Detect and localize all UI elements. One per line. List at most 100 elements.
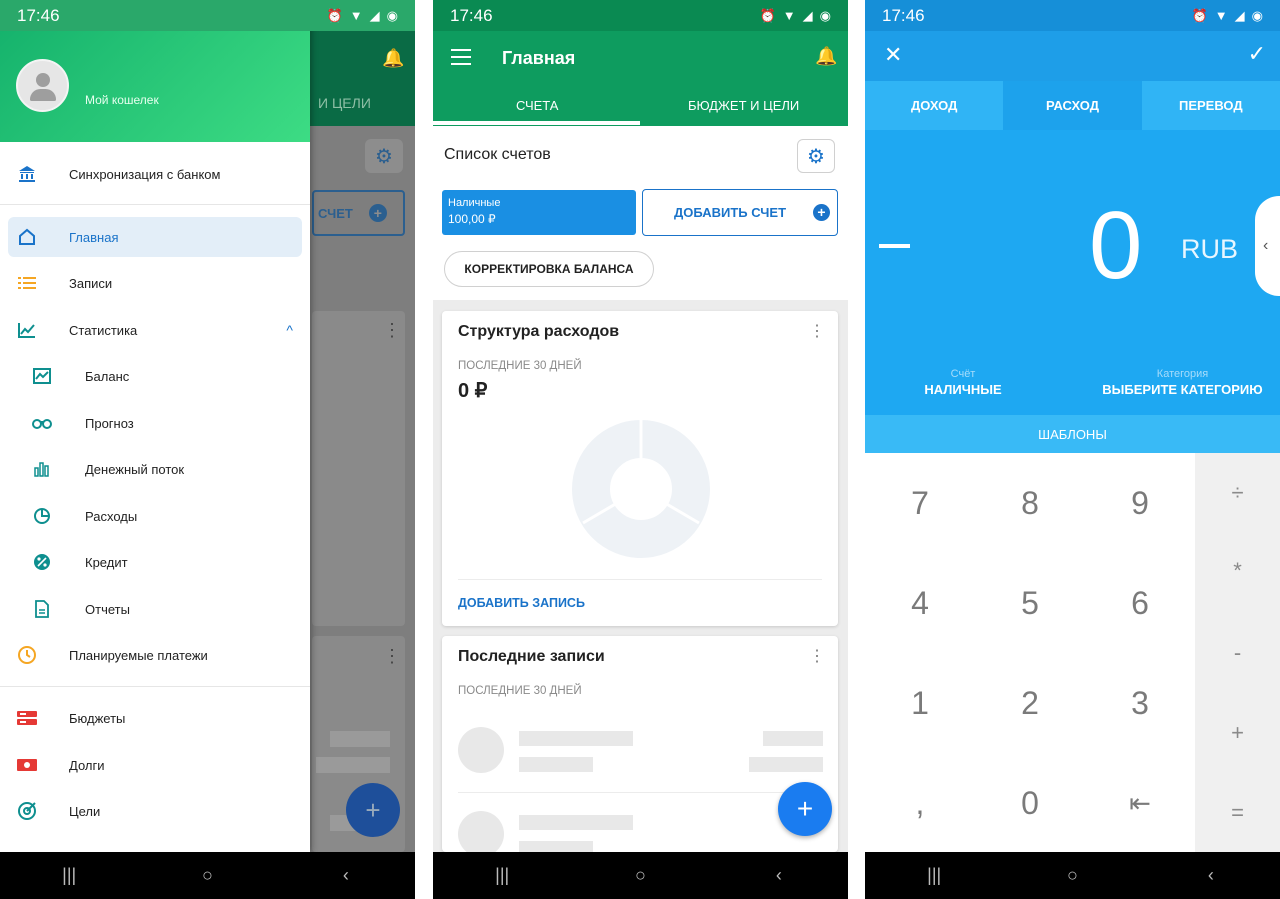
- key-plus[interactable]: +: [1195, 693, 1280, 773]
- recents-button[interactable]: |||: [39, 865, 99, 886]
- drawer-item-home[interactable]: Главная: [8, 217, 302, 257]
- category-selector[interactable]: ВЫБЕРИТЕ КАТЕГОРИЮ: [1095, 382, 1270, 397]
- chevron-up-icon[interactable]: ^: [286, 322, 293, 338]
- drawer-item-planned-payments[interactable]: Планируемые платежи: [0, 635, 310, 675]
- key-5[interactable]: 5: [975, 553, 1085, 653]
- account-tile-cash[interactable]: Наличные 100,00 ₽: [442, 190, 636, 235]
- currency-selector[interactable]: RUB: [1181, 234, 1238, 265]
- signal-icon: ◢: [1234, 7, 1245, 23]
- drawer-item-bank-sync[interactable]: Синхронизация с банком: [0, 154, 310, 194]
- more-vert-icon[interactable]: ⋮: [809, 646, 825, 666]
- home-button[interactable]: ○: [1042, 865, 1102, 886]
- menu-icon[interactable]: [451, 49, 471, 70]
- recents-button[interactable]: |||: [904, 865, 964, 886]
- key-comma[interactable]: ,: [865, 753, 975, 853]
- drawer-subitem-forecast[interactable]: Прогноз: [0, 403, 310, 443]
- back-button[interactable]: ‹: [749, 865, 809, 886]
- card-title: Последние записи: [458, 648, 605, 665]
- skeleton-bar: [749, 757, 823, 772]
- drawer-subitem-reports[interactable]: Отчеты: [0, 589, 310, 629]
- drawer-item-budgets[interactable]: Бюджеты: [0, 698, 310, 738]
- key-multiply[interactable]: *: [1195, 531, 1280, 611]
- card-title: Структура расходов: [458, 323, 620, 340]
- key-2[interactable]: 2: [975, 653, 1085, 753]
- key-4[interactable]: 4: [865, 553, 975, 653]
- key-6[interactable]: 6: [1085, 553, 1195, 653]
- drawer-subitem-cashflow[interactable]: Денежный поток: [0, 449, 310, 489]
- key-minus[interactable]: -: [1195, 613, 1280, 693]
- accounts-settings-button[interactable]: ⚙: [797, 139, 835, 173]
- tab-accounts[interactable]: СЧЕТА: [516, 98, 558, 113]
- screen-navigation-drawer: И ЦЕЛИ 🔔 ⚙ СЧЕТ + ⋮ ⋮ + Мой кошелек Синх…: [0, 0, 415, 899]
- list-icon: [17, 273, 37, 293]
- key-7[interactable]: 7: [865, 453, 975, 553]
- balance-correction-button[interactable]: КОРРЕКТИРОВКА БАЛАНСА: [444, 251, 654, 287]
- pie-chart-icon: [32, 506, 52, 526]
- chevron-left-icon: ‹: [1263, 237, 1269, 254]
- drawer-item-goals[interactable]: Цели: [0, 791, 310, 831]
- key-divide[interactable]: ÷: [1195, 453, 1280, 533]
- drawer-subitem-expenses[interactable]: Расходы: [0, 496, 310, 536]
- drawer-subitem-balance[interactable]: Баланс: [0, 356, 310, 396]
- key-0[interactable]: 0: [975, 753, 1085, 853]
- add-record-fab[interactable]: +: [778, 782, 832, 836]
- drawer-item-statistics[interactable]: Статистика ^: [0, 310, 310, 350]
- home-icon: [17, 227, 37, 247]
- recents-button[interactable]: |||: [472, 865, 532, 886]
- battery-icon: ◉: [819, 7, 831, 23]
- debt-icon: [17, 755, 37, 775]
- gear-icon: ⚙: [807, 145, 825, 168]
- skeleton-bar: [330, 731, 390, 747]
- skeleton-bar: [316, 757, 390, 773]
- bell-icon[interactable]: 🔔: [815, 46, 837, 67]
- home-button[interactable]: ○: [177, 865, 237, 886]
- key-equals[interactable]: =: [1195, 773, 1280, 853]
- key-9[interactable]: 9: [1085, 453, 1195, 553]
- minus-sign[interactable]: [879, 244, 910, 248]
- recent-records-card: Последние записи ⋮ ПОСЛЕДНИЕ 30 ДНЕЙ: [442, 636, 838, 857]
- system-nav-bar: ||| ○ ‹: [433, 852, 848, 899]
- drawer-item-label: Кредит: [85, 554, 128, 570]
- numeric-keypad: 7 8 9 4 5 6 1 2 3 , 0 ⇤: [865, 453, 1195, 852]
- add-account-button[interactable]: ДОБАВИТЬ СЧЕТ +: [642, 189, 838, 236]
- background-tab-budget: И ЦЕЛИ: [318, 95, 371, 111]
- navigation-drawer: Мой кошелек Синхронизация с банком Главн…: [0, 0, 310, 852]
- skeleton-bar: [519, 757, 593, 772]
- key-1[interactable]: 1: [865, 653, 975, 753]
- add-record-link[interactable]: ДОБАВИТЬ ЗАПИСЬ: [458, 596, 585, 610]
- background-card: [312, 311, 405, 626]
- drawer-item-label: Планируемые платежи: [69, 647, 208, 663]
- account-selector[interactable]: НАЛИЧНЫЕ: [893, 382, 1033, 397]
- page-title: Главная: [502, 48, 576, 68]
- templates-button[interactable]: ШАБЛОНЫ: [865, 415, 1280, 453]
- target-icon: [17, 801, 37, 821]
- drawer-item-label: Бюджеты: [69, 710, 126, 726]
- tab-indicator: [433, 121, 640, 125]
- drawer-item-records[interactable]: Записи: [0, 263, 310, 303]
- key-8[interactable]: 8: [975, 453, 1085, 553]
- check-icon[interactable]: ✓: [1248, 41, 1266, 67]
- drawer-item-debts[interactable]: Долги: [0, 745, 310, 785]
- alarm-icon: ⏰: [759, 7, 776, 23]
- system-nav-bar: ||| ○ ‹: [0, 852, 415, 899]
- key-3[interactable]: 3: [1085, 653, 1195, 753]
- background-add-account-button: СЧЕТ +: [312, 190, 405, 236]
- gear-icon: ⚙: [365, 139, 403, 173]
- more-vert-icon[interactable]: ⋮: [809, 321, 825, 341]
- close-icon[interactable]: ✕: [884, 42, 902, 68]
- tab-income[interactable]: ДОХОД: [865, 81, 1003, 130]
- period-label: ПОСЛЕДНИЕ 30 ДНЕЙ: [458, 360, 582, 372]
- drawer-item-label: Статистика: [69, 322, 138, 338]
- more-vert-icon: ⋮: [383, 646, 401, 666]
- backspace-key[interactable]: ⇤: [1085, 753, 1195, 853]
- back-button[interactable]: ‹: [1181, 865, 1241, 886]
- drawer-subitem-credit[interactable]: Кредит: [0, 542, 310, 582]
- tab-budget-goals[interactable]: БЮДЖЕТ И ЦЕЛИ: [688, 98, 799, 113]
- avatar[interactable]: [16, 59, 69, 112]
- signal-icon: ◢: [802, 7, 813, 23]
- side-panel-handle[interactable]: ‹: [1255, 196, 1280, 296]
- tab-transfer[interactable]: ПЕРЕВОД: [1142, 81, 1280, 130]
- home-button[interactable]: ○: [610, 865, 670, 886]
- tab-expense[interactable]: РАСХОД: [1003, 81, 1142, 130]
- back-button[interactable]: ‹: [316, 865, 376, 886]
